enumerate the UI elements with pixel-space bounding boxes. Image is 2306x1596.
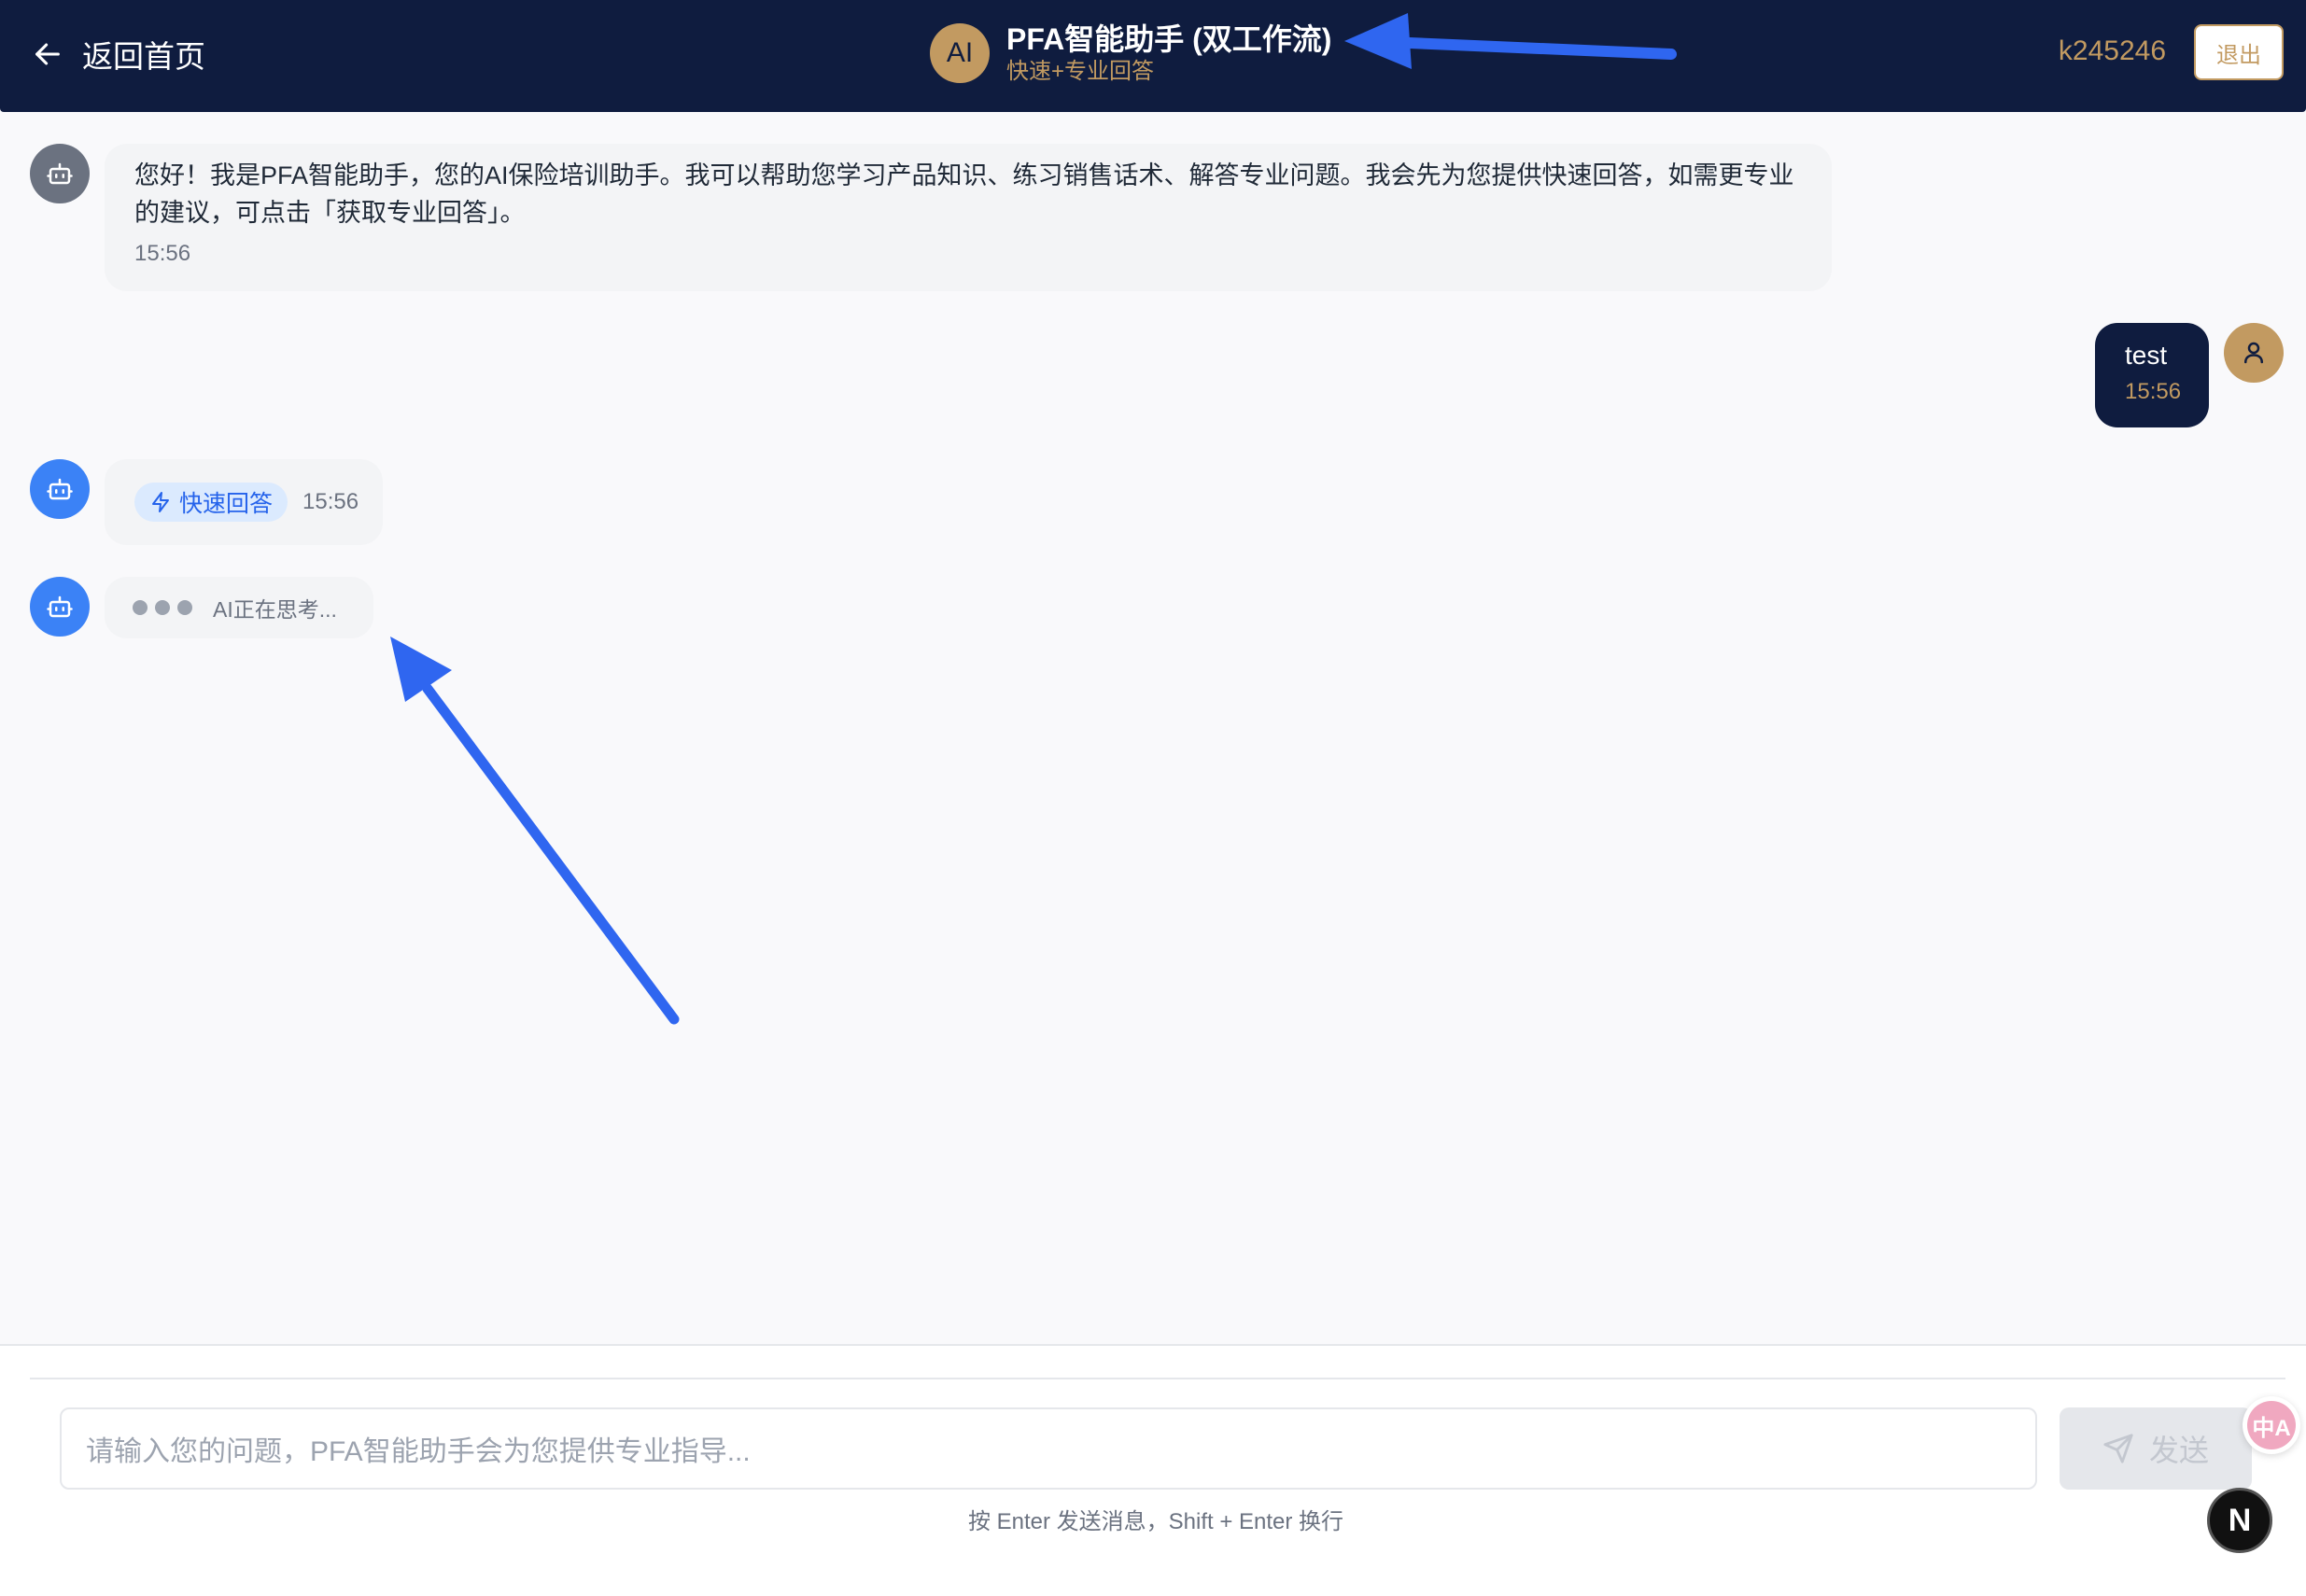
- message-time: 15:56: [302, 489, 359, 514]
- message-text: 您好！我是PFA智能助手，您的AI保险培训助手。我可以帮助您学习产品知识、练习销…: [134, 161, 1794, 227]
- user-avatar: [2224, 323, 2284, 383]
- assistant-message: 快速回答 15:56: [105, 459, 383, 545]
- nextjs-dev-badge[interactable]: N: [2207, 1488, 2272, 1553]
- robot-icon: [47, 162, 73, 185]
- robot-icon: [47, 595, 73, 618]
- robot-icon: [47, 478, 73, 500]
- user-icon: [2244, 342, 2263, 364]
- arrow-left-icon: [35, 43, 60, 65]
- message-time: 15:56: [134, 241, 191, 266]
- bot-avatar: [30, 144, 90, 203]
- message-text: test: [2125, 341, 2168, 370]
- thinking-indicator: AI正在思考...: [105, 577, 373, 638]
- bot-avatar: [30, 577, 90, 637]
- page-title: PFA智能助手 (双工作流): [1006, 22, 1332, 56]
- annotation-arrowhead-thinking: [390, 637, 452, 702]
- annotation-arrow-thinking: [422, 683, 680, 1025]
- quick-answer-badge: 快速回答: [134, 483, 288, 522]
- message-input[interactable]: 请输入您的问题，PFA智能助手会为您提供专业指导...: [60, 1407, 2037, 1490]
- back-home-label: 返回首页: [82, 39, 205, 74]
- typing-dot: [155, 600, 170, 615]
- ai-avatar: AI: [930, 23, 990, 83]
- bot-avatar: [30, 459, 90, 519]
- composer-area: 请输入您的问题，PFA智能助手会为您提供专业指导... 发送 按 Enter 发…: [0, 1344, 2306, 1596]
- page-subtitle: 快速+专业回答: [1006, 59, 1155, 84]
- send-icon: [2103, 1434, 2133, 1463]
- assistant-heading: AI PFA智能助手 (双工作流) 快速+专业回答: [930, 21, 1331, 86]
- thinking-text: AI正在思考...: [213, 597, 337, 622]
- composer-divider: [30, 1378, 2285, 1379]
- typing-dot: [177, 600, 192, 615]
- assistant-message: 您好！我是PFA智能助手，您的AI保险培训助手。我可以帮助您学习产品知识、练习销…: [105, 144, 1832, 291]
- message-time: 15:56: [2125, 379, 2182, 404]
- keyboard-hint: 按 Enter 发送消息，Shift + Enter 换行: [967, 1509, 1344, 1534]
- username: k245246: [2058, 35, 2166, 66]
- user-message: test 15:56: [2095, 323, 2209, 427]
- top-bar: 返回首页 AI PFA智能助手 (双工作流) 快速+专业回答 k245246 退…: [0, 0, 2306, 112]
- typing-dot: [133, 600, 148, 615]
- logout-button[interactable]: 退出: [2194, 24, 2284, 80]
- back-home-button[interactable]: 返回首页: [32, 32, 205, 77]
- send-label: 发送: [2148, 1434, 2209, 1467]
- typing-dots: [133, 600, 192, 615]
- translate-icon: 中A: [2247, 1401, 2296, 1449]
- lightning-icon: [152, 492, 169, 512]
- send-button[interactable]: 发送: [2060, 1407, 2252, 1490]
- badge-label: 快速回答: [179, 491, 274, 517]
- translate-button[interactable]: 中A: [2243, 1396, 2300, 1454]
